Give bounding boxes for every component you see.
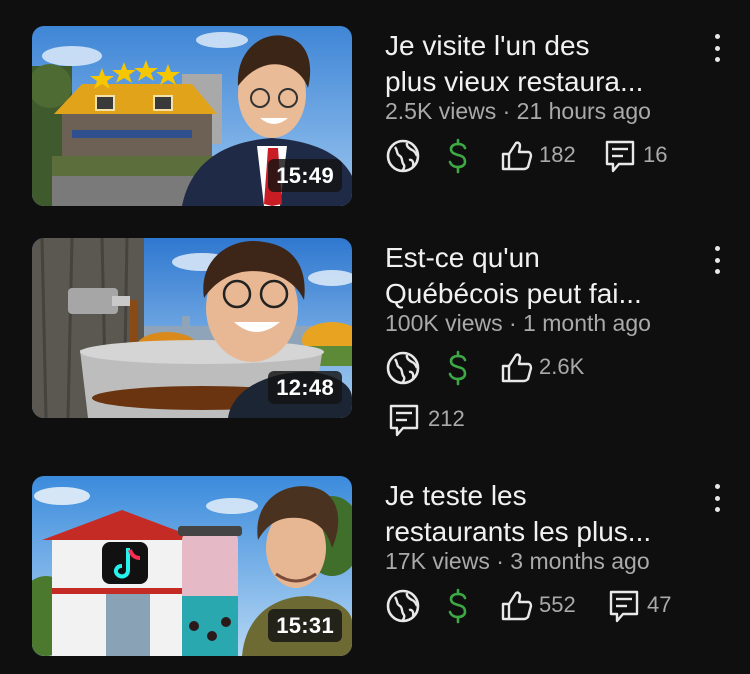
- thumbs-up-icon[interactable]: [499, 588, 535, 624]
- video-duration: 15:31: [268, 609, 342, 642]
- video-row[interactable]: 15:49 Je visite l'un des plus vieux rest…: [0, 26, 750, 216]
- thumbs-up-icon[interactable]: [499, 350, 535, 386]
- video-title[interactable]: Je teste les restaurants les plus...: [385, 478, 705, 550]
- video-duration: 15:49: [268, 159, 342, 192]
- like-count: 182: [539, 142, 576, 167]
- video-meta: 17K views · 3 months ago: [385, 548, 650, 574]
- video-title[interactable]: Est-ce qu'un Québécois peut fai...: [385, 240, 705, 312]
- video-title[interactable]: Je visite l'un des plus vieux restaura..…: [385, 28, 705, 100]
- video-row[interactable]: 12:48 Est-ce qu'un Québécois peut fai...…: [0, 238, 750, 458]
- dollar-icon: [448, 350, 467, 386]
- video-thumbnail[interactable]: 15:31: [32, 476, 352, 656]
- video-thumbnail[interactable]: 12:48: [32, 238, 352, 418]
- comment-icon[interactable]: [603, 138, 637, 174]
- video-thumbnail[interactable]: 15:49: [32, 26, 352, 206]
- video-duration: 12:48: [268, 371, 342, 404]
- like-count: 2.6K: [539, 354, 585, 379]
- comment-count: 47: [647, 592, 672, 617]
- like-count: 552: [539, 592, 576, 617]
- more-options-icon[interactable]: [704, 484, 730, 512]
- video-meta: 100K views · 1 month ago: [385, 310, 651, 336]
- title-line: plus vieux restaura...: [385, 66, 644, 97]
- video-meta: 2.5K views · 21 hours ago: [385, 98, 651, 124]
- dollar-icon: [448, 138, 467, 174]
- more-options-icon[interactable]: [704, 246, 730, 274]
- title-line: Je teste les: [385, 480, 527, 511]
- comment-count: 212: [428, 406, 465, 431]
- thumbs-up-icon[interactable]: [499, 138, 535, 174]
- comment-icon[interactable]: [387, 402, 421, 438]
- title-line: Québécois peut fai...: [385, 278, 642, 309]
- title-line: Est-ce qu'un: [385, 242, 540, 273]
- globe-icon: [386, 589, 420, 623]
- more-options-icon[interactable]: [704, 34, 730, 62]
- video-row[interactable]: 15:31 Je teste les restaurants les plus.…: [0, 476, 750, 666]
- comment-icon[interactable]: [607, 588, 641, 624]
- title-line: restaurants les plus...: [385, 516, 652, 547]
- dollar-icon: [448, 588, 467, 624]
- title-line: Je visite l'un des: [385, 30, 590, 61]
- comment-count: 16: [643, 142, 668, 167]
- globe-icon: [386, 139, 420, 173]
- globe-icon: [386, 351, 420, 385]
